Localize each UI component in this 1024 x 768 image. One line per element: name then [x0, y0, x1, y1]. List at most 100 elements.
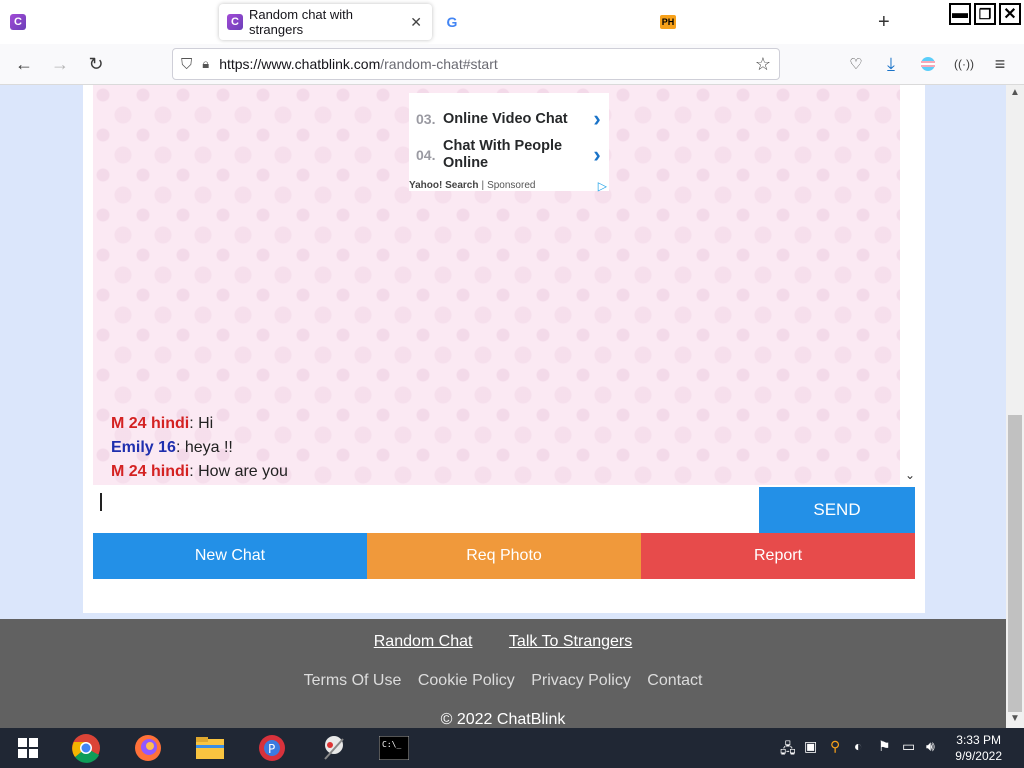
footer-link-talk-to-strangers[interactable]: Talk To Strangers: [509, 633, 632, 650]
reload-icon[interactable]: ↻: [86, 54, 106, 74]
firefox-icon[interactable]: [132, 732, 164, 764]
send-button[interactable]: SEND: [759, 487, 915, 533]
extension-icon[interactable]: ((·)): [954, 54, 974, 74]
flag-tray-icon[interactable]: ⚑: [878, 738, 891, 755]
paint-app-icon[interactable]: P: [256, 732, 288, 764]
forward-arrow-icon[interactable]: →: [50, 54, 70, 74]
taskbar: P C:\_ 🖧 ▣ ⚲ ◐ ⚑ ▭ 🔊︎ 3:33 PM 9/9/2022: [0, 728, 1024, 768]
search-tray-icon[interactable]: ⚲: [830, 738, 840, 755]
footer-link-contact[interactable]: Contact: [647, 672, 702, 689]
scroll-down-icon[interactable]: ▼: [1010, 713, 1020, 724]
ad-footer: Yahoo! Search | Sponsored ▷: [409, 179, 609, 193]
page-scrollbar[interactable]: ▲ ▼: [1006, 85, 1024, 728]
back-arrow-icon[interactable]: ←: [14, 54, 34, 74]
tab-chatblink-1[interactable]: C: [8, 4, 208, 40]
ad-text: Chat With People Online: [443, 138, 563, 171]
downloads-icon[interactable]: ⤓: [881, 54, 901, 74]
footer-legal-links: Terms Of Use Cookie Policy Privacy Polic…: [0, 672, 1006, 690]
ph-favicon-icon: PH: [660, 15, 676, 29]
network-tray-icon[interactable]: 🖧: [780, 738, 796, 762]
ad-separator: |: [481, 180, 485, 191]
ad-number: 04.: [416, 147, 436, 163]
ad-number: 03.: [416, 111, 436, 127]
stranger-name: M 24 hindi: [111, 415, 190, 432]
system-clock[interactable]: 3:33 PM 9/9/2022: [955, 732, 1002, 764]
chevron-right-icon: ›: [593, 106, 601, 131]
chevron-down-icon[interactable]: ⌄: [905, 468, 915, 482]
windows-start-icon[interactable]: [12, 732, 44, 764]
google-favicon-icon: G: [446, 14, 458, 30]
chat-log[interactable]: 03. Online Video Chat › 04. Chat With Pe…: [93, 85, 915, 485]
tray-app-icon[interactable]: ▣: [804, 738, 817, 755]
display-tray-icon[interactable]: ▭: [902, 738, 915, 755]
scrollbar-thumb[interactable]: [1008, 415, 1022, 712]
svg-text:C:\_: C:\_: [382, 740, 401, 749]
new-tab-button[interactable]: +: [878, 4, 898, 40]
menu-hamburger-icon[interactable]: ≡: [990, 54, 1010, 74]
shield-icon[interactable]: ⛉: [181, 56, 192, 73]
ad-link-online-video-chat[interactable]: 03. Online Video Chat ›: [409, 101, 609, 137]
chrome-icon[interactable]: [70, 732, 102, 764]
ad-link-chat-with-people[interactable]: 04. Chat With People Online ›: [409, 135, 609, 175]
extension-flag-icon[interactable]: [918, 54, 938, 74]
url-host: https://www.chatblink.com: [219, 56, 381, 72]
clock-date: 9/9/2022: [955, 749, 1002, 763]
ad-text: Online Video Chat: [443, 110, 568, 127]
close-window-button[interactable]: ✕: [999, 3, 1021, 25]
url-bar[interactable]: ⛉ 🔒︎ https://www.chatblink.com/random-ch…: [172, 48, 780, 80]
chat-message: M 24 hindi: How are you: [111, 463, 288, 481]
copyright: © 2022 ChatBlink: [440, 711, 566, 728]
ad-sponsored-label: Sponsored: [487, 180, 536, 191]
report-button[interactable]: Report: [641, 533, 915, 579]
footer-link-cookie[interactable]: Cookie Policy: [418, 672, 515, 689]
snipping-tool-icon[interactable]: [318, 732, 350, 764]
new-chat-button[interactable]: New Chat: [93, 533, 367, 579]
message-input[interactable]: [93, 485, 759, 533]
svg-text:P: P: [268, 742, 275, 756]
url-path: /random-chat#start: [380, 56, 498, 72]
footer-link-privacy[interactable]: Privacy Policy: [531, 672, 631, 689]
footer-link-random-chat[interactable]: Random Chat: [374, 633, 473, 650]
chevron-right-icon: ›: [593, 142, 601, 167]
clock-time: 3:33 PM: [956, 733, 1001, 747]
volume-icon[interactable]: 🔊︎: [926, 738, 935, 755]
tab-strip: C C Random chat with strangers ✕ G PH + …: [0, 0, 1024, 44]
close-tab-icon[interactable]: ✕: [410, 14, 422, 31]
sponsored-ad: 03. Online Video Chat › 04. Chat With Pe…: [409, 93, 609, 193]
footer-primary-links: Random Chat Talk To Strangers: [0, 633, 1006, 651]
chatblink-favicon-icon: C: [227, 14, 243, 30]
site-footer: Random Chat Talk To Strangers Terms Of U…: [0, 619, 1006, 728]
ad-brand: Yahoo! Search: [409, 180, 479, 191]
user-name: Emily 16: [111, 439, 176, 456]
chat-message: Emily 16: heya !!: [111, 439, 233, 457]
text-caret: [100, 493, 102, 511]
tab-title: Random chat with strangers: [248, 7, 354, 37]
message-text: : Hi: [189, 415, 214, 432]
tab-ph[interactable]: PH: [660, 4, 860, 40]
file-explorer-icon[interactable]: [194, 732, 226, 764]
command-prompt-icon[interactable]: C:\_: [378, 732, 410, 764]
url-text[interactable]: https://www.chatblink.com/random-chat#st…: [219, 56, 498, 72]
minimize-button[interactable]: ▬: [949, 3, 971, 25]
req-photo-button[interactable]: Req Photo: [367, 533, 641, 579]
adchoices-icon[interactable]: ▷: [598, 179, 607, 193]
tab-random-chat[interactable]: C Random chat with strangers ✕: [219, 4, 432, 40]
chat-container: 03. Online Video Chat › 04. Chat With Pe…: [83, 85, 925, 613]
navigation-toolbar: ← → ↻ ⛉ 🔒︎ https://www.chatblink.com/ran…: [0, 44, 1024, 85]
chat-message: M 24 hindi: Hi: [111, 415, 213, 433]
chatblink-favicon-icon: C: [10, 14, 26, 30]
bookmark-star-icon[interactable]: ☆: [755, 54, 771, 75]
stranger-name: M 24 hindi: [111, 463, 190, 480]
lock-icon[interactable]: 🔒︎: [202, 56, 209, 72]
message-text: : heya !!: [175, 439, 233, 456]
tab-google[interactable]: G: [444, 4, 644, 40]
restore-button[interactable]: ❐: [974, 3, 996, 25]
pocket-icon[interactable]: ♡: [846, 54, 866, 74]
message-composer: SEND: [93, 485, 915, 533]
page-content: 03. Online Video Chat › 04. Chat With Pe…: [0, 85, 1006, 728]
message-text: : How are you: [189, 463, 288, 480]
action-buttons: New Chat Req Photo Report: [93, 533, 915, 579]
footer-link-terms[interactable]: Terms Of Use: [304, 672, 402, 689]
scroll-up-icon[interactable]: ▲: [1010, 87, 1020, 98]
tray-app-icon[interactable]: ◐: [854, 738, 862, 754]
